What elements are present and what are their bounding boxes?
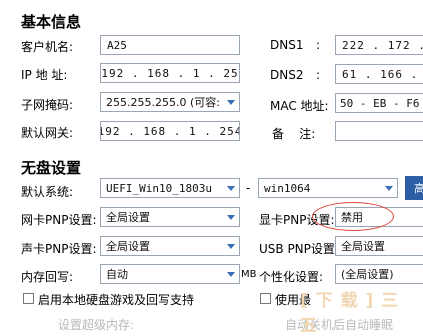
chevron-down-icon: [227, 215, 235, 220]
nic-pnp-value: 全局设置: [106, 211, 150, 224]
chevron-down-icon: [227, 272, 235, 277]
highlight-circle: [312, 202, 394, 231]
default-system-label: 默认系统:: [21, 185, 74, 199]
chevron-down-icon: [227, 186, 235, 191]
writeback-label: 内存回写:: [21, 270, 74, 284]
use-checkbox[interactable]: [260, 293, 271, 304]
dns1-input[interactable]: 222 . 172 . 20: [335, 35, 423, 55]
usb-pnp-select[interactable]: 全局设置: [335, 236, 423, 256]
usb-pnp-label: USB PNP设置:: [259, 242, 339, 256]
writeback-select[interactable]: 自动: [100, 264, 240, 284]
section-title-basic: 基本信息: [21, 13, 82, 31]
sound-pnp-value: 全局设置: [106, 240, 150, 253]
second-system-value: win1064: [264, 181, 311, 195]
client-name-label: 客户机名:: [21, 40, 74, 54]
nic-pnp-select[interactable]: 全局设置: [100, 207, 240, 227]
writeback-unit: MB: [241, 269, 257, 280]
personal-value: (全局设置): [341, 268, 394, 281]
mac-label: MAC 地址:: [270, 99, 329, 113]
super-memory-label: 设置超级内存:: [58, 318, 135, 332]
watermark-logo: [ 下 载 ] 三 五: [300, 291, 400, 336]
system-dash: -: [246, 181, 251, 195]
subnet-select-value: 255.255.255.0 (可容:: [106, 96, 220, 109]
subnet-label: 子网掩码:: [21, 98, 74, 112]
sound-pnp-select[interactable]: 全局设置: [100, 236, 240, 256]
chevron-down-icon: [385, 186, 393, 191]
dns2-label: DNS2: [270, 68, 304, 82]
gateway-label: 默认网关:: [21, 126, 74, 140]
mac-input[interactable]: 50 - EB - F6 - 23: [335, 93, 423, 113]
default-system-value: UEFI_Win10_1803u: [106, 181, 212, 195]
writeback-value: 自动: [106, 268, 128, 281]
nic-pnp-label: 网卡PNP设置:: [21, 213, 97, 227]
dns1-label: DNS1: [270, 38, 304, 52]
note-input[interactable]: [335, 121, 423, 141]
chevron-down-icon: [227, 244, 235, 249]
second-system-select[interactable]: win1064: [258, 178, 398, 198]
dns2-separator: :: [316, 68, 321, 82]
advanced-button[interactable]: 高: [405, 176, 423, 200]
default-system-select[interactable]: UEFI_Win10_1803u: [100, 178, 240, 198]
ip-address-input[interactable]: 192 . 168 . 1 . 25: [100, 63, 240, 83]
personal-label: 个性化设置:: [259, 270, 324, 284]
local-disk-checkbox[interactable]: [23, 293, 34, 304]
subnet-select[interactable]: 255.255.255.0 (可容:: [100, 92, 240, 112]
local-disk-label: 启用本地硬盘游戏及回写支持: [38, 293, 195, 307]
client-name-input[interactable]: A25: [100, 35, 240, 55]
chevron-down-icon: [227, 100, 235, 105]
note-label: 备 注:: [272, 127, 316, 141]
personal-select[interactable]: (全局设置): [335, 264, 423, 284]
section-title-diskless: 无盘设置: [21, 159, 82, 177]
sound-pnp-label: 声卡PNP设置:: [21, 242, 97, 256]
dns1-separator: :: [316, 38, 321, 52]
gateway-input[interactable]: 192 . 168 . 1 . 254: [100, 121, 240, 141]
ip-label: IP 地 址:: [21, 68, 68, 82]
dns2-input[interactable]: 61 . 166 . 15: [335, 64, 423, 84]
usb-pnp-value: 全局设置: [341, 240, 385, 253]
